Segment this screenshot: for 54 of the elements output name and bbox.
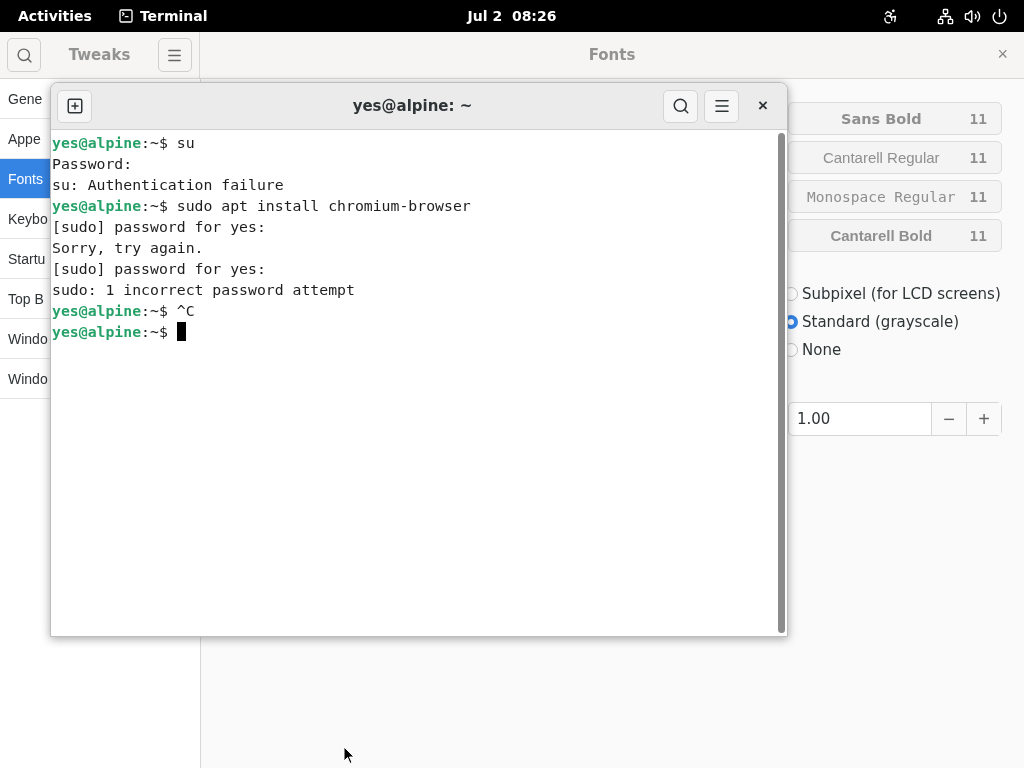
command-text: :~$ sudo apt install chromium-browser — [141, 196, 471, 216]
font-name: Cantarell Bold — [829, 227, 934, 244]
terminal-title: yes@alpine: ~ — [351, 97, 474, 115]
font-size: 11 — [969, 149, 987, 166]
search-icon — [15, 46, 33, 64]
prompt-user: yes@alpine — [52, 322, 142, 342]
new-tab-button[interactable] — [57, 89, 92, 123]
increase-button[interactable]: + — [966, 403, 1001, 435]
font-size: 11 — [969, 188, 987, 205]
menu-button[interactable] — [158, 38, 192, 72]
radio-label: Subpixel (for LCD screens) — [802, 285, 1001, 303]
close-button[interactable]: × — [745, 89, 781, 123]
command-text: :~$ ^C — [141, 301, 195, 321]
volume-icon[interactable] — [964, 7, 981, 25]
scale-spin-field[interactable]: 1.00 − + — [788, 402, 1002, 436]
output-line: Sorry, try again. — [52, 238, 204, 258]
font-size: 11 — [969, 227, 987, 244]
font-size: 11 — [969, 110, 987, 127]
clock[interactable]: Jul 2 08:26 — [467, 8, 557, 24]
radio-label: None — [802, 341, 842, 359]
plus-square-icon — [65, 97, 84, 115]
command-text: :~$ su — [141, 133, 195, 153]
output-line: sudo: 1 incorrect password attempt — [52, 280, 355, 300]
power-icon[interactable] — [991, 7, 1008, 25]
radio-label: Standard (grayscale) — [802, 313, 960, 331]
prompt-user: yes@alpine — [52, 301, 142, 321]
app-title: Tweaks — [68, 46, 131, 64]
scrollbar-thumb[interactable] — [777, 133, 785, 633]
command-text: :~$ — [141, 322, 169, 342]
mouse-pointer-icon — [343, 746, 355, 765]
font-name: Cantarell Regular — [821, 149, 941, 166]
prompt-user: yes@alpine — [52, 196, 142, 216]
search-button[interactable] — [663, 89, 698, 123]
sidebar-item[interactable]: Fonts — [0, 159, 50, 198]
prompt-user: yes@alpine — [52, 133, 142, 153]
app-name: Terminal — [139, 8, 208, 24]
search-icon — [671, 97, 690, 115]
menu-button[interactable] — [704, 89, 739, 123]
activities-button[interactable]: Activities — [18, 8, 92, 24]
terminal-icon — [117, 8, 134, 24]
network-icon[interactable] — [937, 7, 954, 25]
decrease-button[interactable]: − — [931, 403, 966, 435]
page-title: Fonts — [588, 46, 636, 64]
menu-icon — [712, 97, 731, 115]
app-menu[interactable]: Terminal — [117, 8, 208, 24]
output-line: [sudo] password for yes: — [52, 217, 266, 237]
accessibility-icon[interactable] — [882, 7, 899, 25]
output-line: [sudo] password for yes: — [52, 259, 266, 279]
font-name: Monospace Regular — [806, 188, 957, 205]
scale-value[interactable]: 1.00 — [789, 403, 931, 435]
output-line: su: Authentication failure — [52, 175, 284, 195]
font-name: Sans Bold — [839, 110, 923, 127]
search-button[interactable] — [7, 38, 41, 72]
output-line: Password: — [52, 154, 133, 174]
